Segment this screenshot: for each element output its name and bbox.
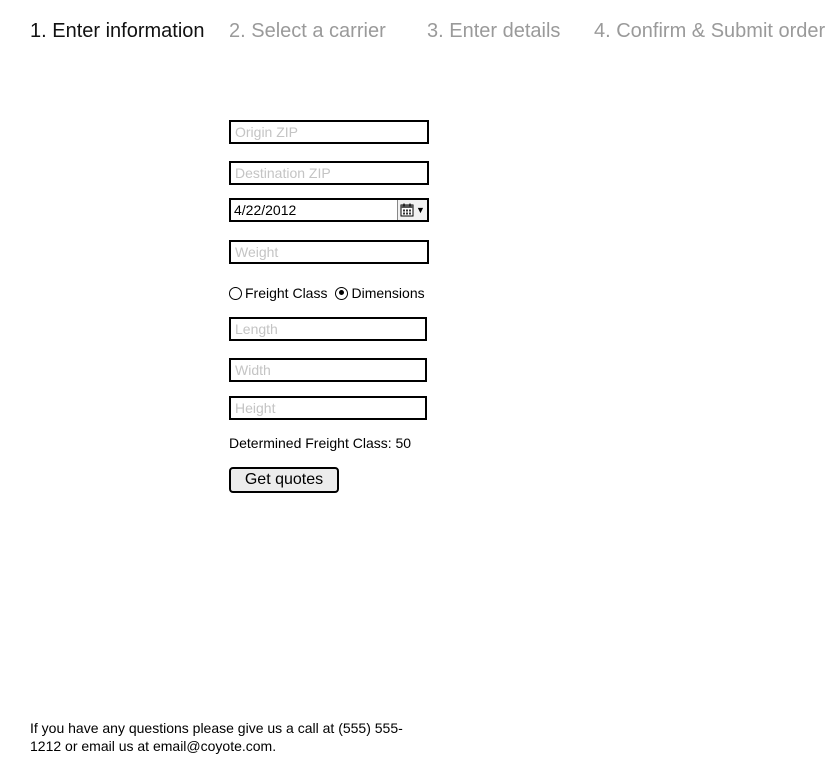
- ship-date-input[interactable]: [231, 200, 403, 220]
- calendar-icon: [400, 203, 414, 217]
- origin-zip-input[interactable]: [229, 120, 429, 144]
- length-input[interactable]: [229, 317, 427, 341]
- step-enter-details[interactable]: 3. Enter details: [427, 19, 560, 43]
- width-input[interactable]: [229, 358, 427, 382]
- freight-class-radio[interactable]: [229, 286, 242, 300]
- dimensions-radio[interactable]: [335, 286, 349, 300]
- dimensions-label: Dimensions: [351, 285, 425, 301]
- freight-class-option[interactable]: Freight Class: [229, 285, 327, 301]
- chevron-down-icon: ▼: [416, 204, 425, 215]
- dimensions-option[interactable]: Dimensions: [335, 285, 425, 301]
- determined-freight-class: Determined Freight Class: 50: [229, 435, 412, 451]
- measure-mode-radio-group: Freight Class Dimensions: [229, 284, 425, 302]
- step-enter-information[interactable]: 1. Enter information: [30, 19, 205, 43]
- get-quotes-button[interactable]: Get quotes: [229, 467, 339, 493]
- weight-input[interactable]: [229, 240, 429, 264]
- contact-footer: If you have any questions please give us…: [30, 720, 403, 754]
- freight-class-label: Freight Class: [245, 285, 328, 301]
- step-select-carrier[interactable]: 2. Select a carrier: [229, 19, 386, 43]
- step-confirm-submit[interactable]: 4. Confirm & Submit order: [594, 19, 825, 43]
- ship-date-picker: ▼: [229, 198, 429, 222]
- destination-zip-input[interactable]: [229, 161, 429, 185]
- calendar-button[interactable]: ▼: [397, 200, 427, 220]
- height-input[interactable]: [229, 396, 427, 420]
